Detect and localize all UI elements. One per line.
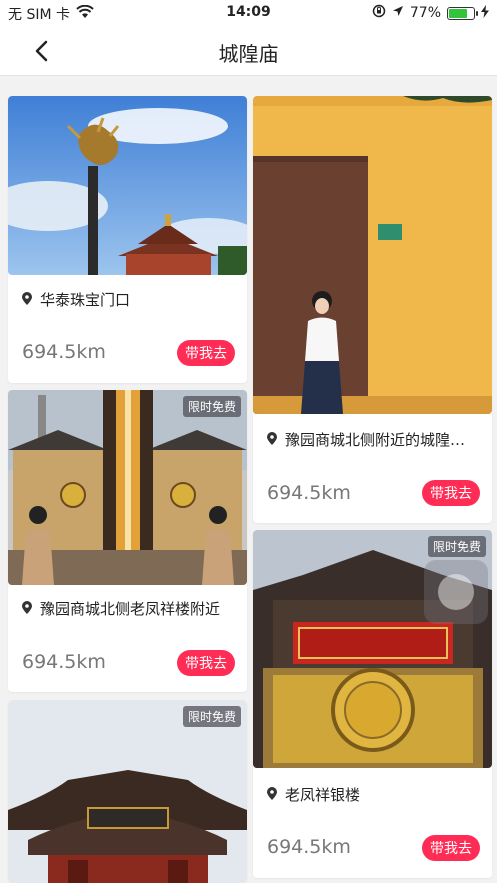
limited-free-badge: 限时免费: [182, 706, 241, 727]
take-me-button[interactable]: 带我去: [177, 650, 235, 676]
battery-percent: 77%: [409, 5, 441, 21]
location-pin-icon: [267, 786, 277, 804]
location-text: 华泰珠宝门口: [40, 291, 131, 309]
take-me-button[interactable]: 带我去: [422, 480, 480, 506]
floating-assist-button[interactable]: [424, 560, 488, 624]
location-text: 豫园商城北侧附近的城隍…: [285, 431, 466, 449]
limited-free-badge: 限时免费: [427, 536, 486, 557]
location-text: 老凤祥银楼: [285, 786, 361, 804]
battery-fill: [449, 8, 467, 18]
location-line: 豫园商城北侧附近的城隍…: [267, 429, 482, 450]
spot-photo: [8, 96, 247, 275]
status-right: 77%: [372, 4, 489, 22]
location-text: 豫园商城北侧老凤祥楼附近: [40, 600, 221, 618]
take-me-button[interactable]: 带我去: [177, 340, 235, 366]
charging-icon: [481, 4, 489, 22]
page-title: 城隍庙: [218, 42, 279, 66]
location-pin-icon: [22, 600, 32, 618]
location-line: 老凤祥银楼: [267, 784, 482, 805]
assist-ring-icon: [438, 574, 474, 610]
spot-card[interactable]: 豫园商城北侧附近的城隍… 694.5km 带我去: [253, 96, 492, 523]
spot-photo: [8, 390, 247, 585]
spot-photo: [8, 700, 247, 883]
limited-free-badge: 限时免费: [182, 396, 241, 417]
distance-text: 694.5km: [267, 836, 351, 858]
spot-photo: [253, 96, 492, 414]
orientation-lock-icon: [372, 4, 386, 22]
spot-card[interactable]: 限时免费 豫园商城北侧老凤祥楼附近 694.5km 带我去: [8, 390, 247, 692]
location-line: 华泰珠宝门口: [22, 289, 237, 310]
location-arrow-icon: [392, 5, 404, 21]
spot-card[interactable]: 限时免费: [8, 700, 247, 883]
status-bar: 无 SIM 卡 14:09 77%: [0, 0, 497, 26]
location-line: 豫园商城北侧老凤祥楼附近: [22, 598, 237, 619]
distance-text: 694.5km: [22, 341, 106, 363]
location-pin-icon: [22, 291, 32, 309]
take-me-button[interactable]: 带我去: [422, 835, 480, 861]
battery-icon: [447, 6, 478, 20]
nav-bar: 城隍庙: [0, 26, 497, 76]
spot-card[interactable]: 华泰珠宝门口 694.5km 带我去: [8, 96, 247, 383]
distance-text: 694.5km: [22, 651, 106, 673]
distance-text: 694.5km: [267, 482, 351, 504]
location-pin-icon: [267, 431, 277, 449]
